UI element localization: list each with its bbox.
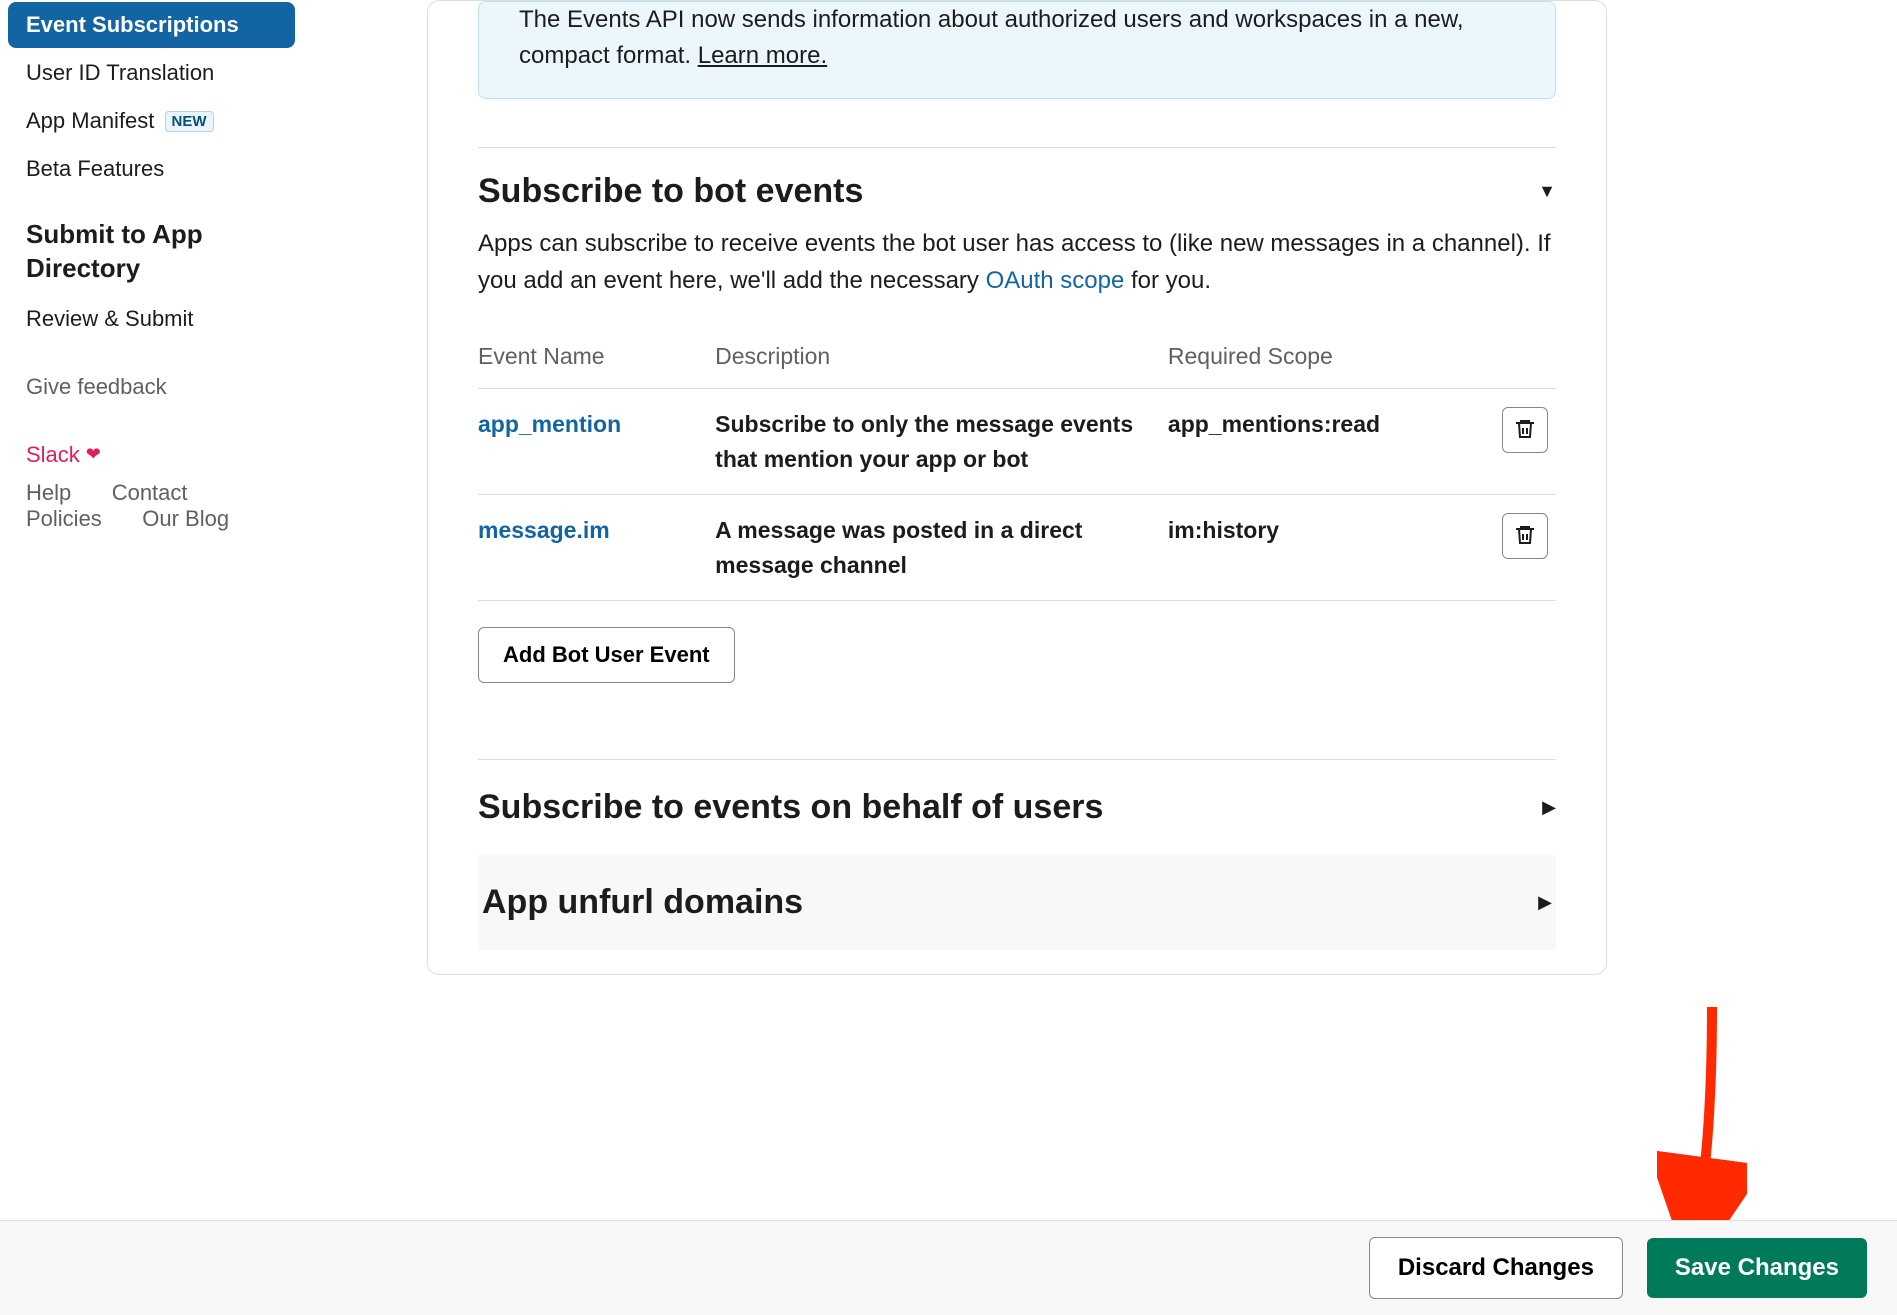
event-link-message-im[interactable]: message.im	[478, 517, 610, 543]
sidebar-item-beta-features[interactable]: Beta Features	[8, 146, 295, 192]
table-row: message.im A message was posted in a dir…	[478, 495, 1556, 601]
info-banner-text: The Events API now sends information abo…	[519, 6, 1464, 69]
user-events-header[interactable]: Subscribe to events on behalf of users ▶	[478, 759, 1556, 855]
col-description: Description	[715, 329, 1168, 389]
oauth-scope-link[interactable]: OAuth scope	[986, 267, 1125, 294]
sidebar-item-app-manifest[interactable]: App Manifest NEW	[8, 98, 295, 144]
slack-love-link[interactable]: Slack ❤	[8, 430, 295, 480]
sidebar-item-label: App Manifest	[26, 108, 154, 133]
delete-event-button[interactable]	[1502, 407, 1548, 453]
unfurl-domains-header[interactable]: App unfurl domains ▶	[478, 855, 1556, 950]
delete-event-button[interactable]	[1502, 513, 1548, 559]
footer-bar: Discard Changes Save Changes	[0, 1220, 1897, 1315]
bot-events-header[interactable]: Subscribe to bot events ▼	[428, 148, 1606, 211]
heart-icon: ❤	[86, 444, 101, 465]
event-link-app-mention[interactable]: app_mention	[478, 411, 621, 437]
event-scope: app_mentions:read	[1168, 389, 1470, 495]
policies-link[interactable]: Policies	[8, 500, 120, 537]
learn-more-link[interactable]: Learn more.	[698, 42, 827, 69]
submit-heading: Submit to App Directory	[8, 194, 295, 294]
event-description: Subscribe to only the message events tha…	[715, 389, 1168, 495]
add-bot-user-event-button[interactable]: Add Bot User Event	[478, 627, 735, 683]
col-required-scope: Required Scope	[1168, 329, 1470, 389]
event-scope: im:history	[1168, 495, 1470, 601]
table-row: app_mention Subscribe to only the messag…	[478, 389, 1556, 495]
sidebar: Event Subscriptions User ID Translation …	[0, 0, 295, 1315]
new-badge: NEW	[165, 111, 214, 132]
col-event-name: Event Name	[478, 329, 715, 389]
save-changes-button[interactable]: Save Changes	[1647, 1238, 1867, 1298]
caret-right-icon: ▶	[1538, 892, 1552, 913]
slack-love-label: Slack	[26, 442, 80, 468]
bot-events-title: Subscribe to bot events	[478, 172, 863, 211]
bot-events-description: Apps can subscribe to receive events the…	[428, 211, 1606, 299]
sidebar-item-user-id-translation[interactable]: User ID Translation	[8, 50, 295, 96]
info-banner: The Events API now sends information abo…	[478, 1, 1556, 99]
trash-icon	[1513, 417, 1537, 444]
trash-icon	[1513, 523, 1537, 550]
user-events-title: Subscribe to events on behalf of users	[478, 788, 1103, 827]
bot-events-body-post: for you.	[1124, 267, 1211, 294]
blog-link[interactable]: Our Blog	[124, 500, 247, 537]
give-feedback-link[interactable]: Give feedback	[8, 362, 185, 411]
caret-down-icon: ▼	[1538, 181, 1556, 202]
discard-changes-button[interactable]: Discard Changes	[1369, 1237, 1623, 1299]
sidebar-item-review-submit[interactable]: Review & Submit	[8, 294, 295, 344]
event-description: A message was posted in a direct message…	[715, 495, 1168, 601]
bot-events-table: Event Name Description Required Scope ap…	[478, 329, 1556, 601]
unfurl-domains-title: App unfurl domains	[482, 883, 803, 922]
sidebar-item-event-subscriptions[interactable]: Event Subscriptions	[8, 2, 295, 48]
caret-right-icon: ▶	[1542, 797, 1556, 818]
settings-card: The Events API now sends information abo…	[427, 0, 1607, 975]
